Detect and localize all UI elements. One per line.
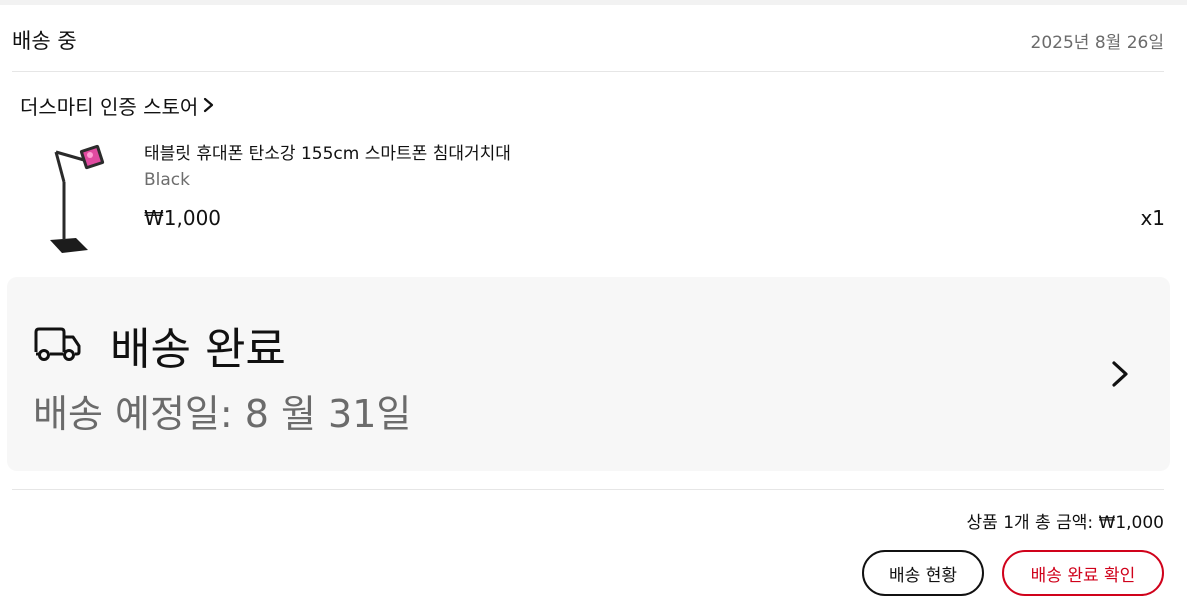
order-total: 상품 1개 총 금액: ₩1,000 [966, 513, 1164, 533]
delivery-status-card[interactable]: 배송 완료 배송 예정일: 8 월 31일 [7, 277, 1170, 471]
delivery-eta: 배송 예정일: 8 월 31일 [33, 392, 412, 436]
chevron-right-icon[interactable] [1109, 357, 1131, 391]
store-name: 더스마티 인증 스토어 [20, 94, 199, 119]
product-price: ₩1,000 [144, 206, 222, 230]
product-image[interactable] [20, 140, 132, 258]
section-divider [12, 489, 1164, 490]
product-quantity: x1 [1140, 206, 1165, 230]
product-option: Black [144, 170, 190, 190]
delivery-truck-icon [34, 327, 81, 361]
store-link[interactable]: 더스마티 인증 스토어 [20, 90, 216, 120]
confirm-delivery-button[interactable]: 배송 완료 확인 [1002, 550, 1164, 596]
order-status-title: 배송 중 [12, 29, 77, 53]
delivery-status-text: 배송 완료 [110, 324, 286, 375]
delivery-tracking-button[interactable]: 배송 현황 [862, 550, 984, 596]
product-name[interactable]: 태블릿 휴대폰 탄소강 155cm 스마트폰 침대거치대 [144, 139, 511, 164]
order-header: 배송 중 2025년 8월 26일 [12, 5, 1164, 72]
chevron-right-icon [204, 97, 214, 113]
order-date: 2025년 8월 26일 [1030, 33, 1164, 53]
